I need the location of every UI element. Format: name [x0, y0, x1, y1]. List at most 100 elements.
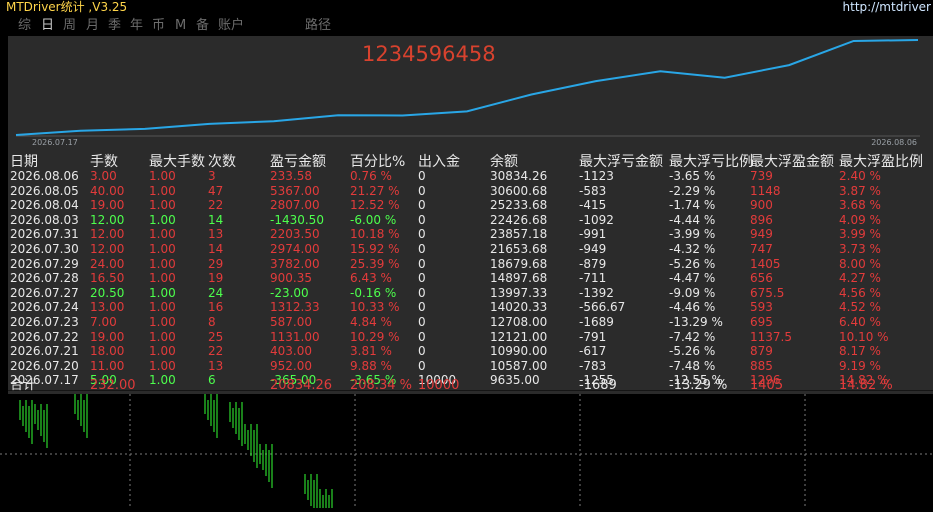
cell-balance: 10990.00: [490, 344, 548, 359]
cell-maxgain: 1405: [750, 256, 781, 271]
cell-maxloss: -991: [579, 227, 607, 242]
cell-maxlosspct: -1.74 %: [669, 198, 716, 213]
cell-pnl: 952.00: [270, 358, 312, 373]
cell-maxlots: 1.00: [149, 242, 176, 256]
cell-maxgainpct: 4.27 %: [839, 271, 881, 286]
table-row: 2026.07.22 19.00 1.00 25 1131.00 10.29 % 0 1212…: [8, 330, 933, 344]
table-row: 2026.07.20 11.00 1.00 13 952.00 9.88 % 0 10587.…: [8, 359, 933, 373]
cell-maxlosspct: -3.65 %: [669, 169, 716, 183]
cell-flow: 0: [418, 315, 426, 329]
cell-pct: 25.39 %: [350, 256, 400, 271]
title-bar: MTDriver统计 ,V3.25 http://mtdriver: [0, 0, 933, 16]
header-balance: 余额: [490, 154, 518, 170]
cell-count: 14: [208, 242, 224, 256]
cell-count: 16: [208, 300, 224, 315]
tab-backup[interactable]: 备: [196, 17, 209, 35]
cell-maxgainpct: 9.19 %: [839, 358, 881, 373]
cell-flow: 0: [418, 169, 426, 183]
cell-maxgain: 949: [750, 227, 773, 242]
cell-maxgain: 656: [750, 271, 773, 286]
cell-maxlosspct: -5.26 %: [669, 344, 716, 359]
cell-maxloss: -1123: [579, 169, 614, 183]
cell-balance: 25233.68: [490, 198, 548, 213]
table-row: 2026.07.24 13.00 1.00 16 1312.33 10.33 % 0 1402…: [8, 300, 933, 314]
cell-date: 2026.07.27: [10, 285, 79, 300]
cell-maxloss: -1092: [579, 212, 614, 227]
header-percent: 百分比%: [350, 154, 406, 170]
cell-balance: 12708.00: [490, 315, 548, 329]
cell-date: 2026.08.04: [10, 198, 79, 213]
price-chart: [0, 394, 933, 508]
tab-currency[interactable]: 币: [152, 17, 165, 35]
header-max-float-gain-pct: 最大浮盈比例: [839, 154, 923, 170]
total-label: 合计: [10, 378, 37, 393]
total-max-float-loss: -1689: [579, 378, 617, 393]
tab-yearly[interactable]: 年: [130, 17, 143, 35]
cell-maxgainpct: 3.99 %: [839, 227, 881, 242]
total-max-float-gain: 1405: [750, 378, 784, 393]
cell-maxlots: 1.00: [149, 358, 176, 373]
cell-lots: 18.00: [90, 344, 125, 359]
cell-maxgain: 747: [750, 242, 773, 256]
tab-path[interactable]: 路径: [305, 17, 331, 35]
cell-maxlosspct: -4.46 %: [669, 300, 716, 315]
cell-count: 47: [208, 183, 224, 198]
cell-maxgainpct: 3.68 %: [839, 198, 881, 213]
cell-lots: 20.50: [90, 285, 125, 300]
header-date: 日期: [10, 154, 38, 170]
stats-table: 日期 手数 最大手数 次数 盈亏金额 百分比% 出入金 余额 最大浮亏金额 最大…: [8, 148, 933, 394]
table-row: 2026.07.30 12.00 1.00 14 2974.00 15.92 % 0 2165…: [8, 242, 933, 256]
tab-account[interactable]: 账户: [218, 17, 244, 35]
cell-maxgainpct: 3.87 %: [839, 183, 881, 198]
cell-maxgainpct: 8.17 %: [839, 344, 881, 359]
cell-maxlots: 1.00: [149, 198, 176, 213]
tab-summary[interactable]: 综: [18, 17, 31, 35]
cell-balance: 10587.00: [490, 358, 548, 373]
url-link[interactable]: http://mtdriver: [843, 0, 931, 15]
tab-m[interactable]: M: [175, 17, 186, 35]
cell-pnl: 403.00: [270, 344, 312, 359]
cell-maxgain: 896: [750, 212, 773, 227]
cell-maxloss: -617: [579, 344, 607, 359]
cell-pct: -6.00 %: [350, 212, 397, 227]
cell-maxlots: 1.00: [149, 344, 176, 359]
cell-pnl: -23.00: [270, 285, 309, 300]
cell-flow: 0: [418, 256, 426, 271]
cell-maxlots: 1.00: [149, 227, 176, 242]
tab-weekly[interactable]: 周: [63, 17, 76, 35]
tab-quarterly[interactable]: 季: [108, 17, 121, 35]
header-max-float-loss: 最大浮亏金额: [579, 154, 663, 170]
cell-maxgain: 879: [750, 344, 773, 359]
table-row: 2026.08.04 19.00 1.00 22 2807.00 12.52 % 0 2523…: [8, 198, 933, 212]
cell-pnl: 5367.00: [270, 183, 320, 198]
cell-count: 13: [208, 227, 224, 242]
cell-flow: 0: [418, 271, 426, 286]
cell-maxgain: 593: [750, 300, 773, 315]
table-row: 2026.07.31 12.00 1.00 13 2203.50 10.18 % 0 2385…: [8, 227, 933, 241]
cell-maxgainpct: 4.52 %: [839, 300, 881, 315]
table-row: 2026.07.29 24.00 1.00 29 3782.00 25.39 % 0 1867…: [8, 257, 933, 271]
cell-date: 2026.07.22: [10, 329, 79, 344]
cell-pnl: -1430.50: [270, 212, 324, 227]
table-row: 2026.07.27 20.50 1.00 24 -23.00 -0.16 % 0 13997…: [8, 286, 933, 300]
cell-lots: 13.00: [90, 300, 125, 315]
cell-maxgainpct: 6.40 %: [839, 315, 881, 329]
tab-monthly[interactable]: 月: [86, 17, 99, 35]
cell-lots: 12.00: [90, 212, 125, 227]
table-row: 2026.07.28 16.50 1.00 19 900.35 6.43 % 0 14897.…: [8, 271, 933, 285]
tab-daily[interactable]: 日: [41, 17, 54, 35]
cell-flow: 0: [418, 300, 426, 315]
cell-maxlots: 1.00: [149, 271, 176, 286]
cell-maxlosspct: -9.09 %: [669, 285, 716, 300]
cell-date: 2026.07.30: [10, 242, 79, 256]
cell-maxloss: -949: [579, 242, 607, 256]
chart-end-date: 2026.08.06: [871, 138, 917, 147]
cell-pnl: 587.00: [270, 315, 312, 329]
cell-maxloss: -566.67: [579, 300, 626, 315]
cell-pct: 21.27 %: [350, 183, 400, 198]
cell-balance: 12121.00: [490, 329, 548, 344]
cell-count: 22: [208, 344, 224, 359]
cell-count: 13: [208, 358, 224, 373]
cell-pct: 10.33 %: [350, 300, 400, 315]
cell-date: 2026.07.28: [10, 271, 79, 286]
